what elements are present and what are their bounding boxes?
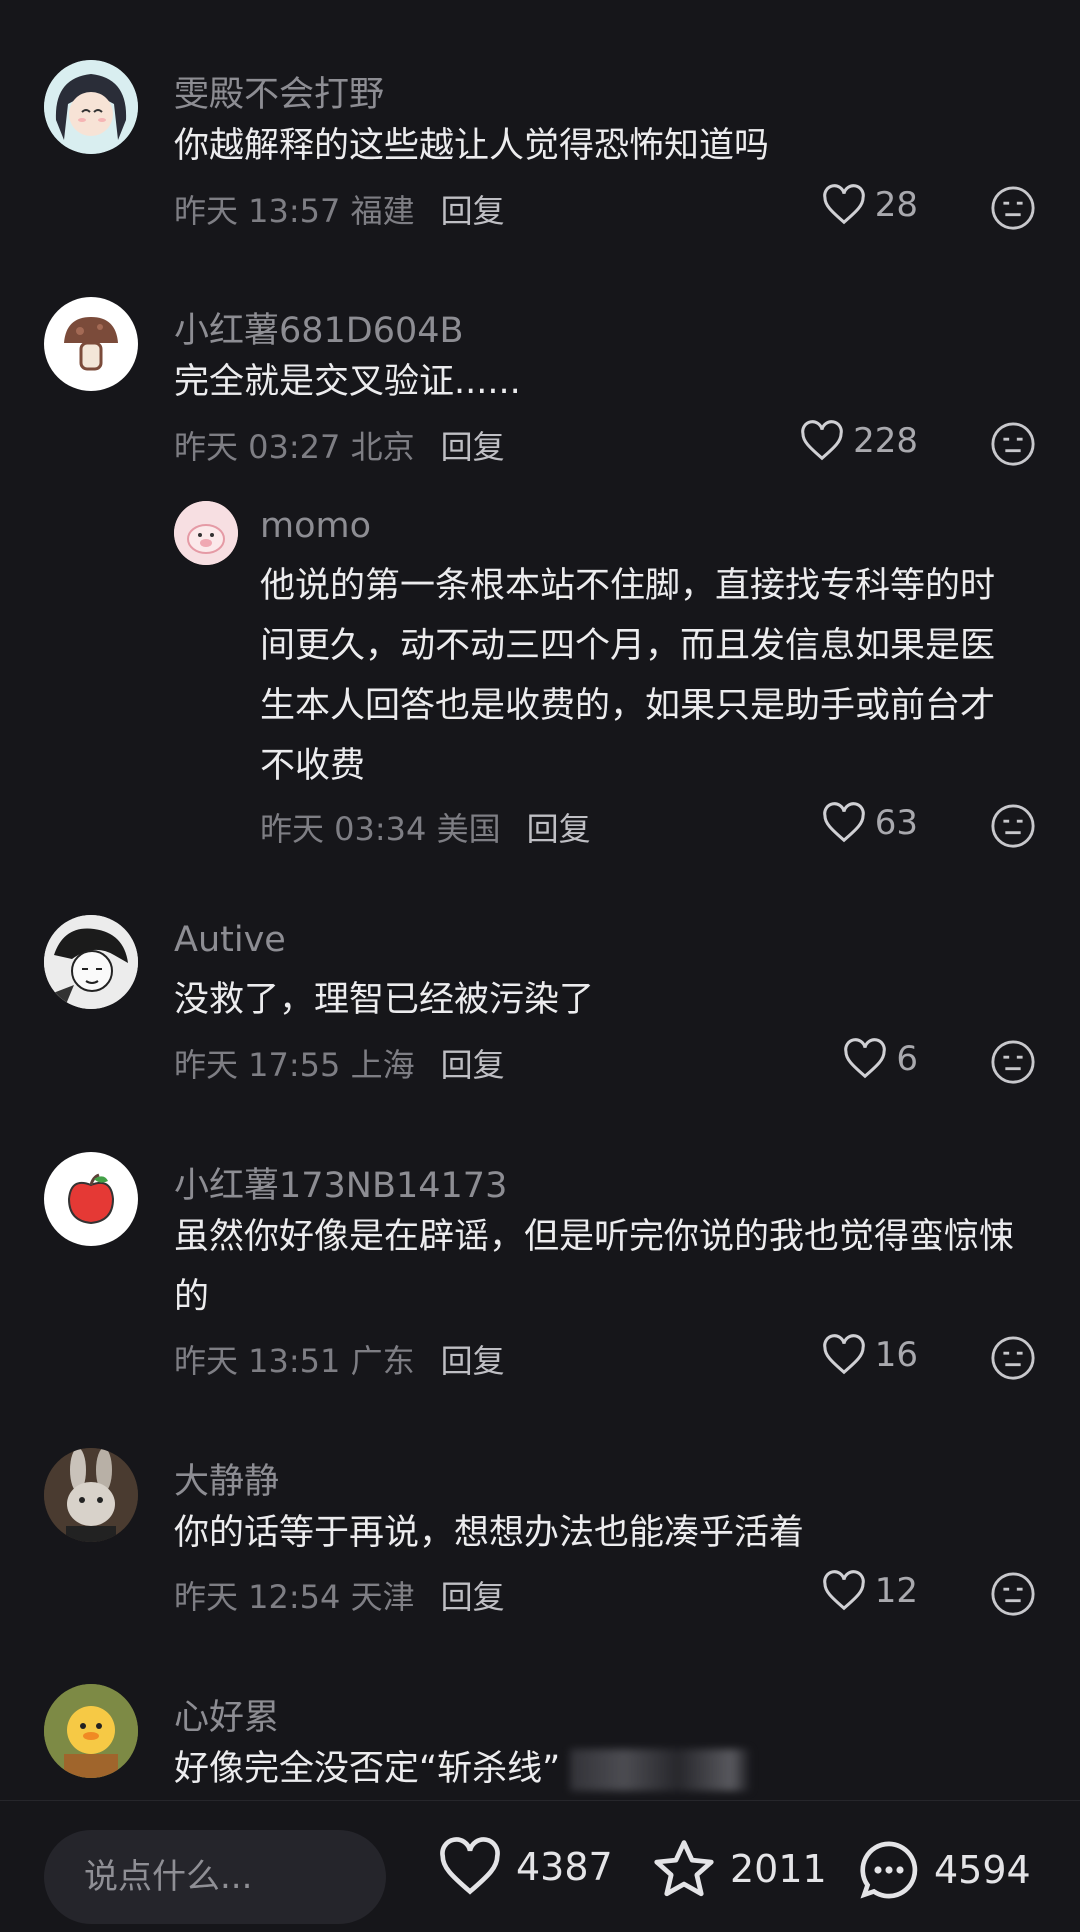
like-count: 63 bbox=[874, 803, 918, 843]
comment-username[interactable]: 小红薯173NB14173 bbox=[174, 1157, 507, 1208]
comment-meta: 昨天 17:55 上海 回复 bbox=[174, 1040, 505, 1086]
girl-avatar[interactable] bbox=[44, 60, 138, 154]
reply-button[interactable]: 回复 bbox=[441, 428, 505, 466]
heart-icon bbox=[822, 184, 865, 225]
blurred-text bbox=[570, 1749, 751, 1791]
like-count: 228 bbox=[853, 421, 918, 461]
heart-icon bbox=[822, 802, 865, 843]
comment-text: 好像完全没否定“斩杀线” bbox=[174, 1739, 1034, 1799]
dislike-emoji-icon[interactable] bbox=[990, 185, 1036, 231]
mushroom-avatar[interactable] bbox=[44, 297, 138, 391]
reply-button[interactable]: 回复 bbox=[441, 1578, 505, 1616]
comment-username[interactable]: momo bbox=[260, 506, 371, 546]
dislike-emoji-icon[interactable] bbox=[990, 1571, 1036, 1617]
reply-button[interactable]: 回复 bbox=[527, 810, 591, 848]
comment-list: 雯殿不会打野 你越解释的这些越让人觉得恐怖知道吗 昨天 13:57 福建 回复 2… bbox=[0, 0, 1080, 1800]
comment-meta: 昨天 12:54 天津 回复 bbox=[174, 1572, 505, 1618]
like-button[interactable]: 6 bbox=[842, 1038, 918, 1080]
comment-count: 4594 bbox=[934, 1848, 1031, 1892]
apple-avatar[interactable] bbox=[44, 1152, 138, 1246]
comment-username[interactable]: 大静静 bbox=[174, 1453, 279, 1504]
comment-meta: 昨天 13:51 广东 回复 bbox=[174, 1336, 505, 1382]
rabbit-avatar[interactable] bbox=[44, 1448, 138, 1542]
comment-meta: 昨天 03:34 美国 回复 bbox=[260, 804, 591, 850]
like-post-button[interactable]: 4387 bbox=[436, 1837, 613, 1897]
like-count: 12 bbox=[874, 1571, 918, 1611]
reply-button[interactable]: 回复 bbox=[441, 1342, 505, 1380]
comment-username[interactable]: 雯殿不会打野 bbox=[174, 66, 384, 117]
comment-time: 昨天 03:27 北京 bbox=[174, 428, 415, 466]
heart-icon bbox=[822, 1570, 865, 1611]
comment-meta: 昨天 13:57 福建 回复 bbox=[174, 186, 505, 232]
comment-text-content: 好像完全没否定“斩杀线” bbox=[174, 1749, 561, 1789]
dislike-emoji-icon[interactable] bbox=[990, 1039, 1036, 1085]
comment-username[interactable]: 小红薯681D604B bbox=[174, 302, 464, 353]
like-button[interactable]: 28 bbox=[821, 184, 918, 226]
comment-text: 完全就是交叉验证...... bbox=[174, 362, 521, 402]
reply-button[interactable]: 回复 bbox=[441, 1046, 505, 1084]
like-button[interactable]: 228 bbox=[799, 420, 918, 462]
comment-username[interactable]: 心好累 bbox=[174, 1689, 279, 1740]
comment-button[interactable]: 4594 bbox=[856, 1837, 1031, 1903]
dislike-emoji-icon[interactable] bbox=[990, 421, 1036, 467]
favorite-count: 2011 bbox=[730, 1847, 827, 1891]
comment-username[interactable]: Autive bbox=[174, 920, 286, 960]
comment-time: 昨天 13:57 福建 bbox=[174, 192, 415, 230]
heart-icon bbox=[440, 1837, 500, 1895]
comment-time: 昨天 13:51 广东 bbox=[174, 1342, 415, 1380]
chat-bubble-icon bbox=[860, 1841, 918, 1899]
like-count: 16 bbox=[874, 1335, 918, 1375]
manga-avatar[interactable] bbox=[44, 915, 138, 1009]
pig-avatar[interactable] bbox=[174, 501, 238, 565]
like-count: 6 bbox=[896, 1039, 918, 1079]
heart-icon bbox=[844, 1038, 887, 1079]
reply-button[interactable]: 回复 bbox=[441, 192, 505, 230]
comment-time: 昨天 17:55 上海 bbox=[174, 1046, 415, 1084]
star-icon bbox=[654, 1840, 714, 1897]
duck-avatar[interactable] bbox=[44, 1684, 138, 1778]
comment-meta: 昨天 03:27 北京 回复 bbox=[174, 422, 505, 468]
dislike-emoji-icon[interactable] bbox=[990, 803, 1036, 849]
like-button[interactable]: 63 bbox=[821, 802, 918, 844]
bottom-action-bar: 说点什么... 4387 2011 4594 bbox=[0, 1800, 1080, 1932]
comment-time: 昨天 12:54 天津 bbox=[174, 1578, 415, 1616]
dislike-emoji-icon[interactable] bbox=[990, 1335, 1036, 1381]
like-button[interactable]: 12 bbox=[821, 1570, 918, 1612]
favorite-button[interactable]: 2011 bbox=[650, 1837, 827, 1901]
comment-text: 没救了，理智已经被污染了 bbox=[174, 980, 595, 1020]
like-count: 28 bbox=[874, 185, 918, 225]
like-button[interactable]: 16 bbox=[821, 1334, 918, 1376]
comment-time: 昨天 03:34 美国 bbox=[260, 810, 501, 848]
comment-text: 他说的第一条根本站不住脚，直接找专科等的时间更久，动不动三四个月，而且发信息如果… bbox=[260, 566, 996, 786]
comment-input[interactable]: 说点什么... bbox=[44, 1830, 386, 1924]
heart-icon bbox=[801, 420, 843, 461]
comment-text: 虽然你好像是在辟谣，但是听完你说的我也觉得蛮惊悚的 bbox=[174, 1217, 1015, 1317]
heart-icon bbox=[822, 1334, 865, 1375]
comment-text: 你的话等于再说，想想办法也能凑乎活着 bbox=[174, 1513, 805, 1553]
post-like-count: 4387 bbox=[516, 1845, 613, 1889]
comment-text: 你越解释的这些越让人觉得恐怖知道吗 bbox=[174, 126, 770, 166]
